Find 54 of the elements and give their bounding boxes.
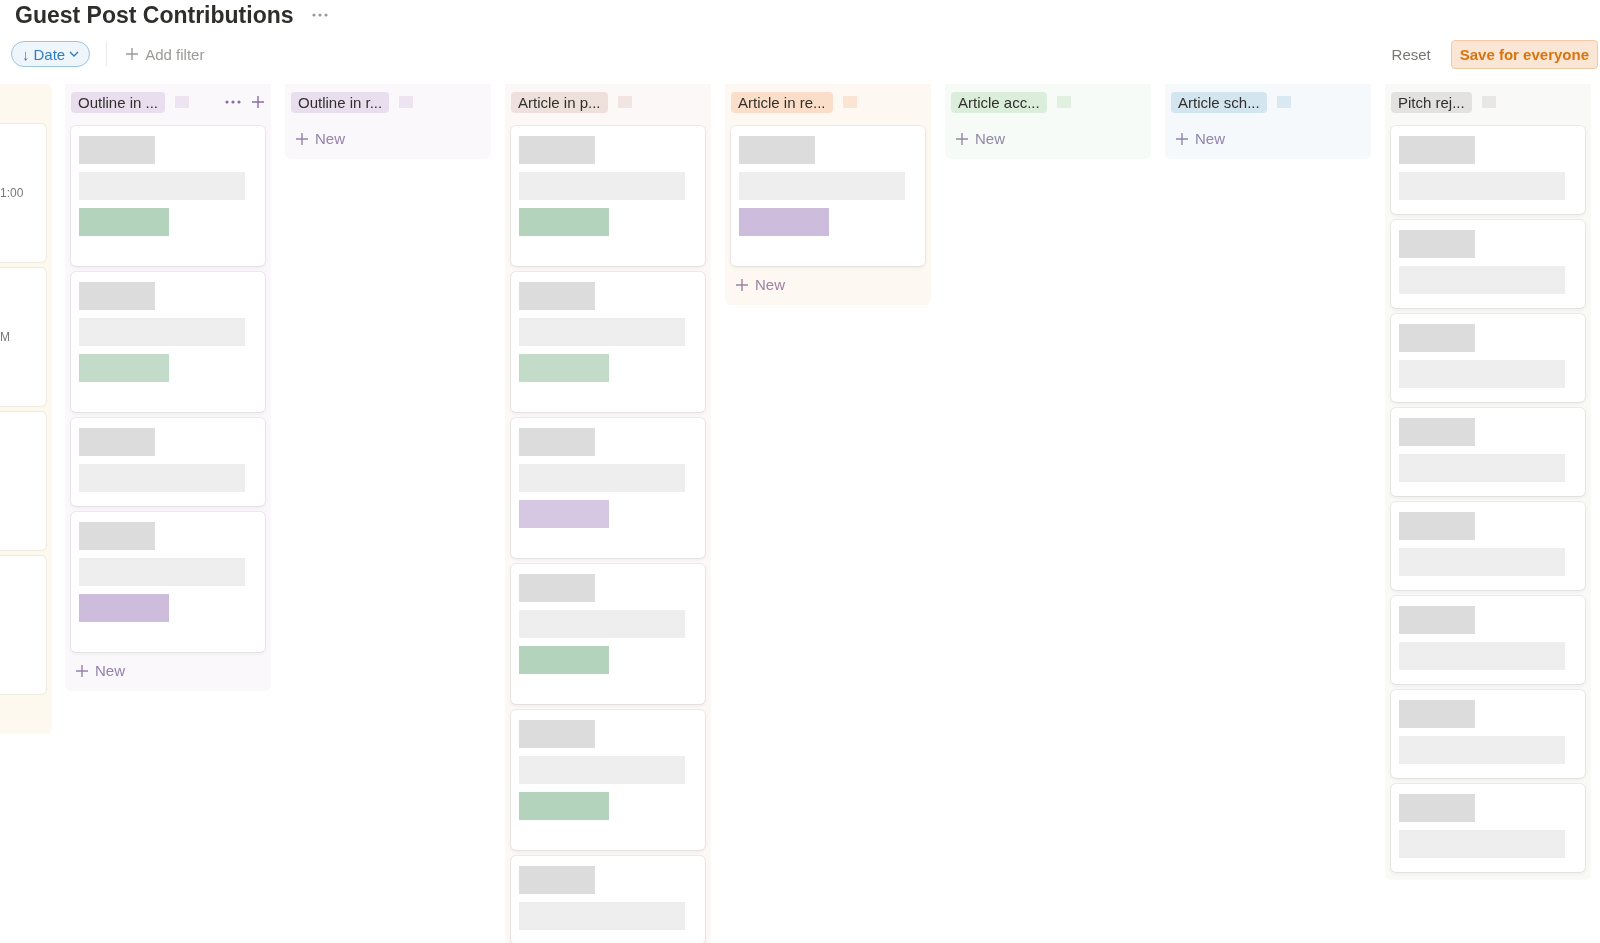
board-card[interactable] bbox=[731, 126, 925, 266]
column-label[interactable]: Article sch... bbox=[1171, 91, 1267, 113]
board-card[interactable] bbox=[0, 412, 46, 550]
board-card[interactable] bbox=[1391, 596, 1585, 684]
new-card-button[interactable]: New bbox=[1171, 126, 1365, 151]
board-card[interactable] bbox=[511, 418, 705, 558]
board-card[interactable] bbox=[71, 272, 265, 412]
card-text: 1:00 bbox=[0, 186, 24, 200]
chevron-down-icon bbox=[69, 50, 80, 58]
board-card[interactable] bbox=[511, 564, 705, 704]
column-label[interactable]: Article acc... bbox=[951, 91, 1047, 113]
plus-icon bbox=[735, 277, 749, 292]
more-icon[interactable] bbox=[225, 100, 241, 104]
board-card[interactable] bbox=[1391, 784, 1585, 872]
board-card[interactable]: 1:00 bbox=[0, 124, 46, 262]
more-icon[interactable] bbox=[311, 13, 328, 17]
card-text: M bbox=[0, 330, 10, 344]
board-card[interactable] bbox=[71, 418, 265, 506]
board-card[interactable]: M bbox=[0, 268, 46, 406]
board-card[interactable] bbox=[511, 710, 705, 850]
board-card[interactable] bbox=[1391, 220, 1585, 308]
column-label[interactable]: Article in re... bbox=[731, 91, 833, 113]
board-card[interactable] bbox=[71, 126, 265, 266]
new-card-button[interactable]: New bbox=[731, 272, 925, 297]
board-card[interactable] bbox=[0, 556, 46, 694]
plus-icon bbox=[1175, 131, 1189, 146]
add-filter-button[interactable]: Add filter bbox=[125, 45, 205, 63]
new-card-button[interactable]: New bbox=[71, 658, 265, 683]
column-label[interactable]: Article in p... bbox=[511, 91, 608, 113]
column-label[interactable]: Outline in r... bbox=[291, 91, 390, 113]
board-card[interactable] bbox=[511, 126, 705, 266]
plus-icon bbox=[75, 663, 89, 678]
board-card[interactable] bbox=[1391, 502, 1585, 590]
plus-icon bbox=[295, 131, 309, 146]
board-card[interactable] bbox=[511, 272, 705, 412]
board-card[interactable] bbox=[71, 512, 265, 652]
column-label[interactable]: Outline in ... bbox=[71, 91, 166, 113]
page-title: Guest Post Contributions bbox=[15, 1, 294, 29]
board-card[interactable] bbox=[1391, 126, 1585, 214]
board-card[interactable] bbox=[511, 856, 705, 943]
column-label[interactable]: Pitch rej... bbox=[1391, 91, 1472, 113]
plus-icon bbox=[955, 131, 969, 146]
board-card[interactable] bbox=[1391, 408, 1585, 496]
new-card-button[interactable]: New bbox=[291, 126, 485, 151]
board-card[interactable] bbox=[1391, 690, 1585, 778]
blurred-count bbox=[1276, 96, 1291, 108]
add-icon bbox=[251, 95, 265, 109]
plus-icon bbox=[125, 47, 140, 61]
blurred-count bbox=[842, 96, 857, 108]
new-card-button[interactable]: New bbox=[951, 126, 1145, 151]
reset-button[interactable]: Reset bbox=[1385, 44, 1437, 64]
sort-button[interactable]: ↓ Date bbox=[11, 41, 91, 67]
board-card[interactable] bbox=[1391, 314, 1585, 402]
save-button[interactable]: Save for everyone bbox=[1450, 39, 1598, 69]
